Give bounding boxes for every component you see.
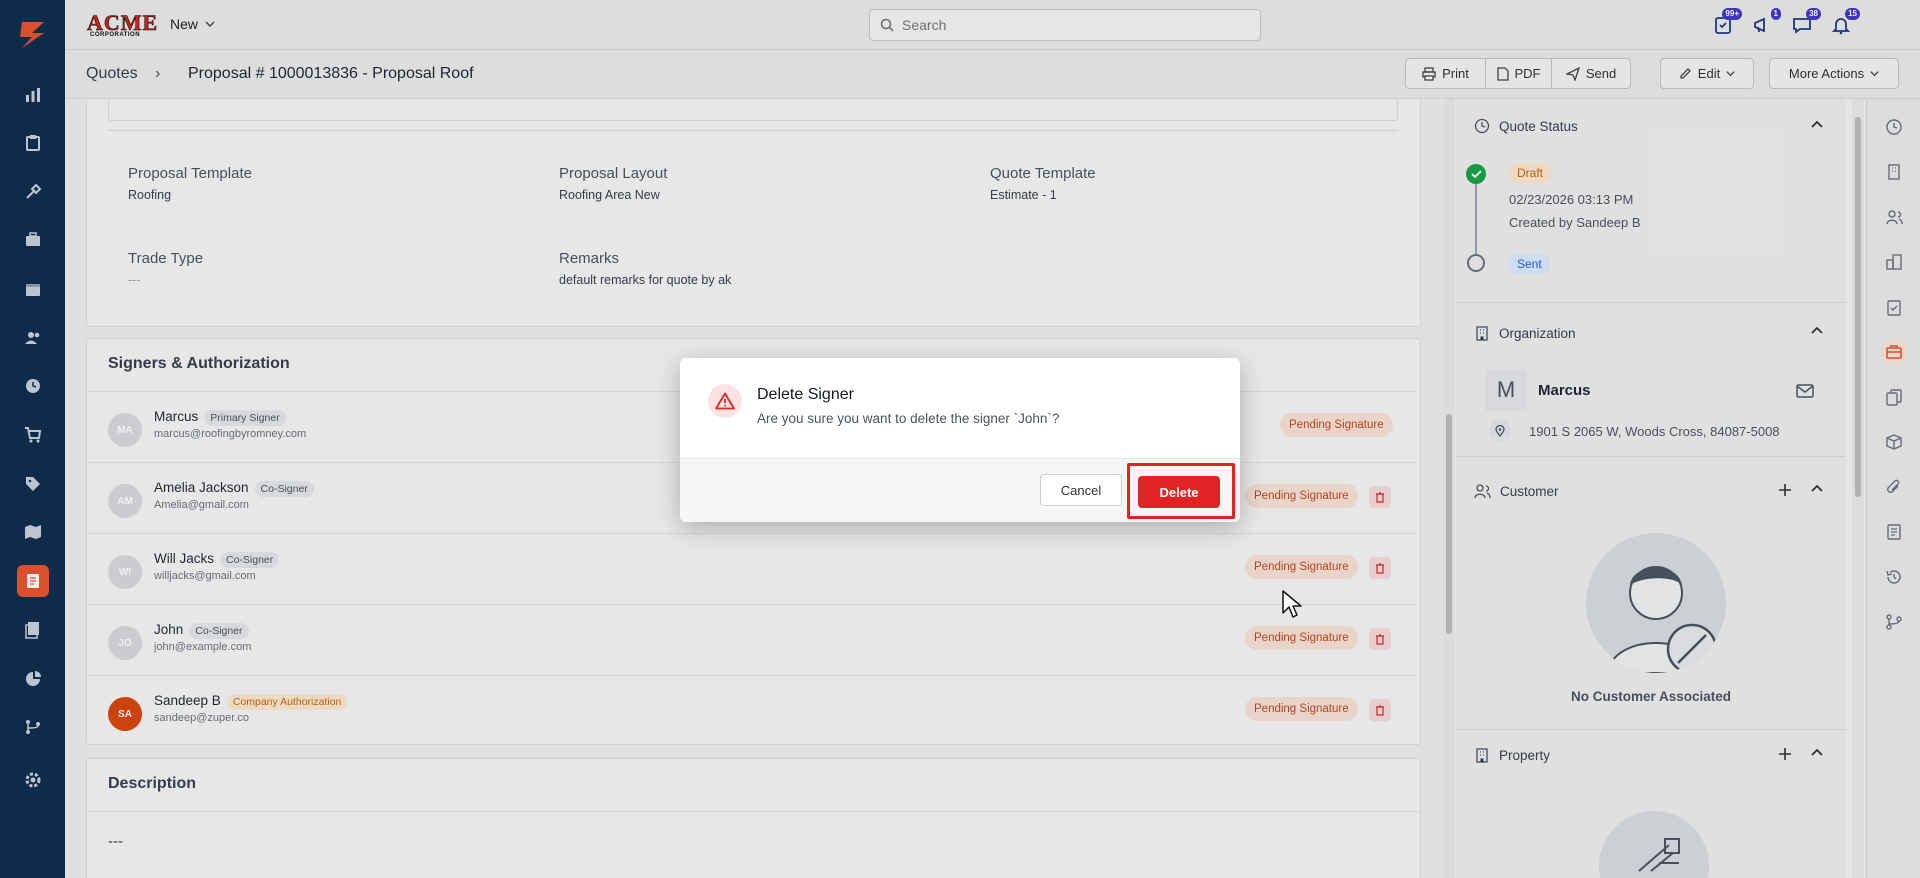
cancel-button[interactable]: Cancel — [1040, 474, 1122, 506]
dialog-body: Delete Signer Are you sure you want to d… — [680, 358, 1240, 458]
dialog-title: Delete Signer — [757, 386, 854, 403]
mouse-cursor-icon — [1282, 590, 1302, 618]
delete-button-highlight: Delete — [1127, 463, 1235, 519]
delete-signer-dialog: Delete Signer Are you sure you want to d… — [680, 358, 1240, 522]
dialog-message: Are you sure you want to delete the sign… — [757, 411, 1060, 426]
dialog-footer: Cancel Delete — [680, 458, 1240, 522]
warning-icon — [708, 384, 742, 418]
delete-button[interactable]: Delete — [1138, 476, 1220, 508]
